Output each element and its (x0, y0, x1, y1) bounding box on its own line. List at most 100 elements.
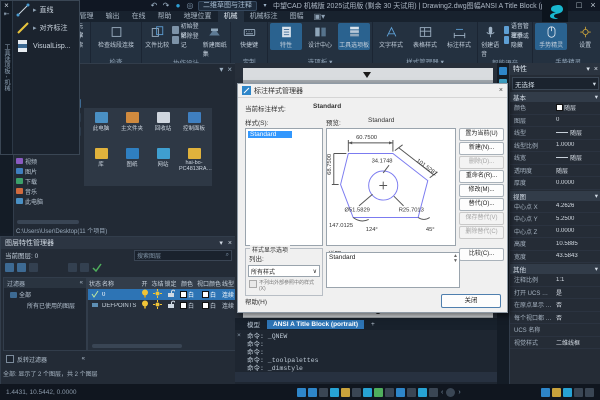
new-sheetset-button[interactable]: 新建图纸集 (202, 23, 228, 59)
design-center-button[interactable]: 设计中心 (304, 23, 336, 50)
xref-checkbox[interactable] (249, 280, 257, 288)
prop-row-annoscale[interactable]: 注释比例1:1 (510, 274, 600, 287)
prop-row-ltscale[interactable]: 线型比例1.0000 (510, 140, 600, 153)
layer-linetype-cell[interactable]: 连续 (221, 301, 235, 310)
command-input-line[interactable] (235, 372, 497, 382)
gesture-settings-button[interactable]: 设置 (569, 23, 600, 50)
tab-mech-dimension[interactable]: 机械标注 (244, 11, 284, 22)
tool-aligned-dim[interactable]: ▸对齐标注 (13, 19, 79, 37)
desktop-item[interactable]: 主文件夹 (117, 112, 147, 132)
prop-row-transparency[interactable]: 透明度随层 (510, 165, 600, 178)
tool-visuallisp[interactable]: VisualLisp... (13, 37, 79, 55)
next-icon[interactable]: › (458, 389, 460, 396)
new-layer-vp-icon[interactable] (17, 263, 26, 272)
osnap-icon[interactable] (341, 388, 350, 397)
layer-row-1[interactable]: DEFPOINTS 白 白 连续 (88, 300, 235, 311)
ribbon-options-icon[interactable]: ▣▾ (314, 12, 326, 21)
desktop-item[interactable]: 回收站 (148, 112, 178, 132)
layer-search-box[interactable]: 搜索图层 ⌕ (134, 250, 232, 261)
layer-on-bulb-icon[interactable] (141, 289, 149, 298)
dim-style-button[interactable]: 标注样式 (443, 23, 475, 50)
plot-icon[interactable]: ● (174, 2, 182, 10)
annotation-icon[interactable] (418, 388, 427, 397)
dialog-close-button[interactable]: 关闭 (441, 294, 501, 308)
layer-vp-color-cell[interactable]: 白 (197, 290, 221, 299)
palette-tab-icon[interactable] (499, 67, 507, 75)
prop-row-visual-style[interactable]: 视觉样式二维线框 (510, 337, 600, 350)
tree-item-downloads[interactable]: 下载 (16, 176, 80, 186)
tree-item-music[interactable]: 音乐 (16, 186, 80, 196)
layer-on-bulb-icon[interactable] (141, 300, 149, 309)
list-filter-select[interactable]: 所有样式∨ (248, 265, 320, 277)
shortcut-keys-button[interactable]: 快捷键 (233, 23, 265, 50)
command-window[interactable]: × 命令: _QNEW 命令: 命令: 命令: _toolpalettes 命令… (235, 330, 497, 384)
modify-style-button[interactable]: 修改(M)... (459, 184, 504, 197)
properties-palette-button[interactable]: 特性 (270, 23, 302, 50)
layer-unlock-icon[interactable] (167, 300, 175, 309)
spinner-icons[interactable]: ▲▼ (453, 254, 458, 264)
create-voice-button[interactable]: 创建语音 (480, 23, 502, 59)
prop-row-height[interactable]: 高度10.5885 (510, 238, 600, 251)
layer-close-icon[interactable]: × (228, 240, 232, 247)
delete-layer-icon[interactable] (29, 263, 38, 272)
set-current-button[interactable]: 置为当前(U) (459, 128, 504, 141)
grid-icon[interactable] (308, 388, 317, 397)
selection-dropdown[interactable]: 无选择▾ (512, 77, 599, 90)
pin-icon[interactable]: ⇤ (4, 10, 10, 18)
layer-vp-color-cell[interactable]: 白 (197, 301, 221, 310)
tab-title-block[interactable]: 图幅 (284, 11, 310, 22)
prop-row-center-z[interactable]: 中心点 Z0.0000 (510, 226, 600, 239)
polar-icon[interactable] (330, 388, 339, 397)
tool-line[interactable]: ▸直线 (13, 1, 79, 19)
desktop-item[interactable]: 控制面板 (179, 112, 209, 132)
section-misc[interactable]: 其他▾ (510, 264, 600, 274)
prop-row-center-x[interactable]: 中心点 X4.2626 (510, 201, 600, 214)
desktop-item[interactable]: hai-bo-PC4813RA… (179, 148, 209, 172)
model-tab[interactable]: 模型 (241, 318, 266, 330)
explorer-minimize-icon[interactable]: ▾ (219, 65, 223, 74)
snap-icon[interactable] (297, 388, 306, 397)
find-icon[interactable]: ◎ (186, 2, 194, 10)
unregister-button[interactable]: 解除登记 (172, 35, 200, 44)
rename-style-button[interactable]: 重命名(R)... (459, 170, 504, 183)
text-style-button[interactable]: 文字样式 (375, 23, 407, 50)
styles-listbox[interactable]: Standard (245, 128, 323, 246)
filter-all[interactable]: 全部 (4, 288, 86, 299)
dyn-input-icon[interactable] (374, 388, 383, 397)
layer-thaw-sun-icon[interactable] (153, 289, 162, 298)
annotation-scale-icon[interactable] (552, 388, 561, 397)
dialog-close-icon[interactable]: × (499, 87, 503, 94)
layout-tab[interactable]: ANSI A Title Block (portrait) (267, 320, 364, 329)
explorer-h-scrollbar[interactable] (17, 220, 79, 224)
tab-online[interactable]: 在线 (126, 11, 152, 22)
tree-item-computer[interactable]: 此电脑 (16, 196, 80, 206)
file-compare-button[interactable]: 文件比较 (144, 23, 170, 50)
explorer-close-icon[interactable]: × (227, 65, 232, 74)
close-button[interactable]: × (586, 0, 600, 11)
compare-button[interactable]: 比较(C)... (459, 248, 504, 261)
ducs-icon[interactable] (363, 388, 372, 397)
help-link[interactable]: 帮助(H) (245, 296, 267, 306)
prop-row-layer[interactable]: 图层0 (510, 115, 600, 128)
autoscale-icon[interactable] (574, 388, 583, 397)
desktop-item[interactable]: 网站 (148, 148, 178, 168)
voice-toggle-button[interactable]: 显示或隐藏 (504, 35, 530, 44)
undo-icon[interactable]: ↶ (150, 2, 158, 10)
layer-table-h-scrollbar[interactable] (92, 344, 182, 348)
filter-used-layers[interactable]: 所有已使用的图层 (4, 299, 86, 310)
tab-help[interactable]: 帮助 (152, 11, 178, 22)
fullscreen-icon[interactable] (585, 388, 594, 397)
prop-row-ucs-origin[interactable]: 在原点显示 …否 (510, 299, 600, 312)
refresh-icon[interactable] (80, 263, 89, 272)
prop-row-ucs-viewport[interactable]: 每个视口都 …否 (510, 312, 600, 325)
model-space-icon[interactable] (541, 388, 550, 397)
selection-cycling-icon[interactable] (407, 388, 416, 397)
dialog-title-bar[interactable]: 标注样式管理器 × (238, 84, 507, 98)
layer-color-cell[interactable]: 白 (177, 290, 197, 299)
collapse-icon[interactable]: « (82, 356, 88, 362)
tree-item-pictures[interactable]: 图片 (16, 166, 80, 176)
prev-icon[interactable]: ‹ (441, 389, 443, 396)
layer-unlock-icon[interactable] (167, 289, 175, 298)
clean-screen-icon[interactable] (446, 388, 455, 397)
gesture-button[interactable]: 手势精灵 (535, 23, 567, 50)
